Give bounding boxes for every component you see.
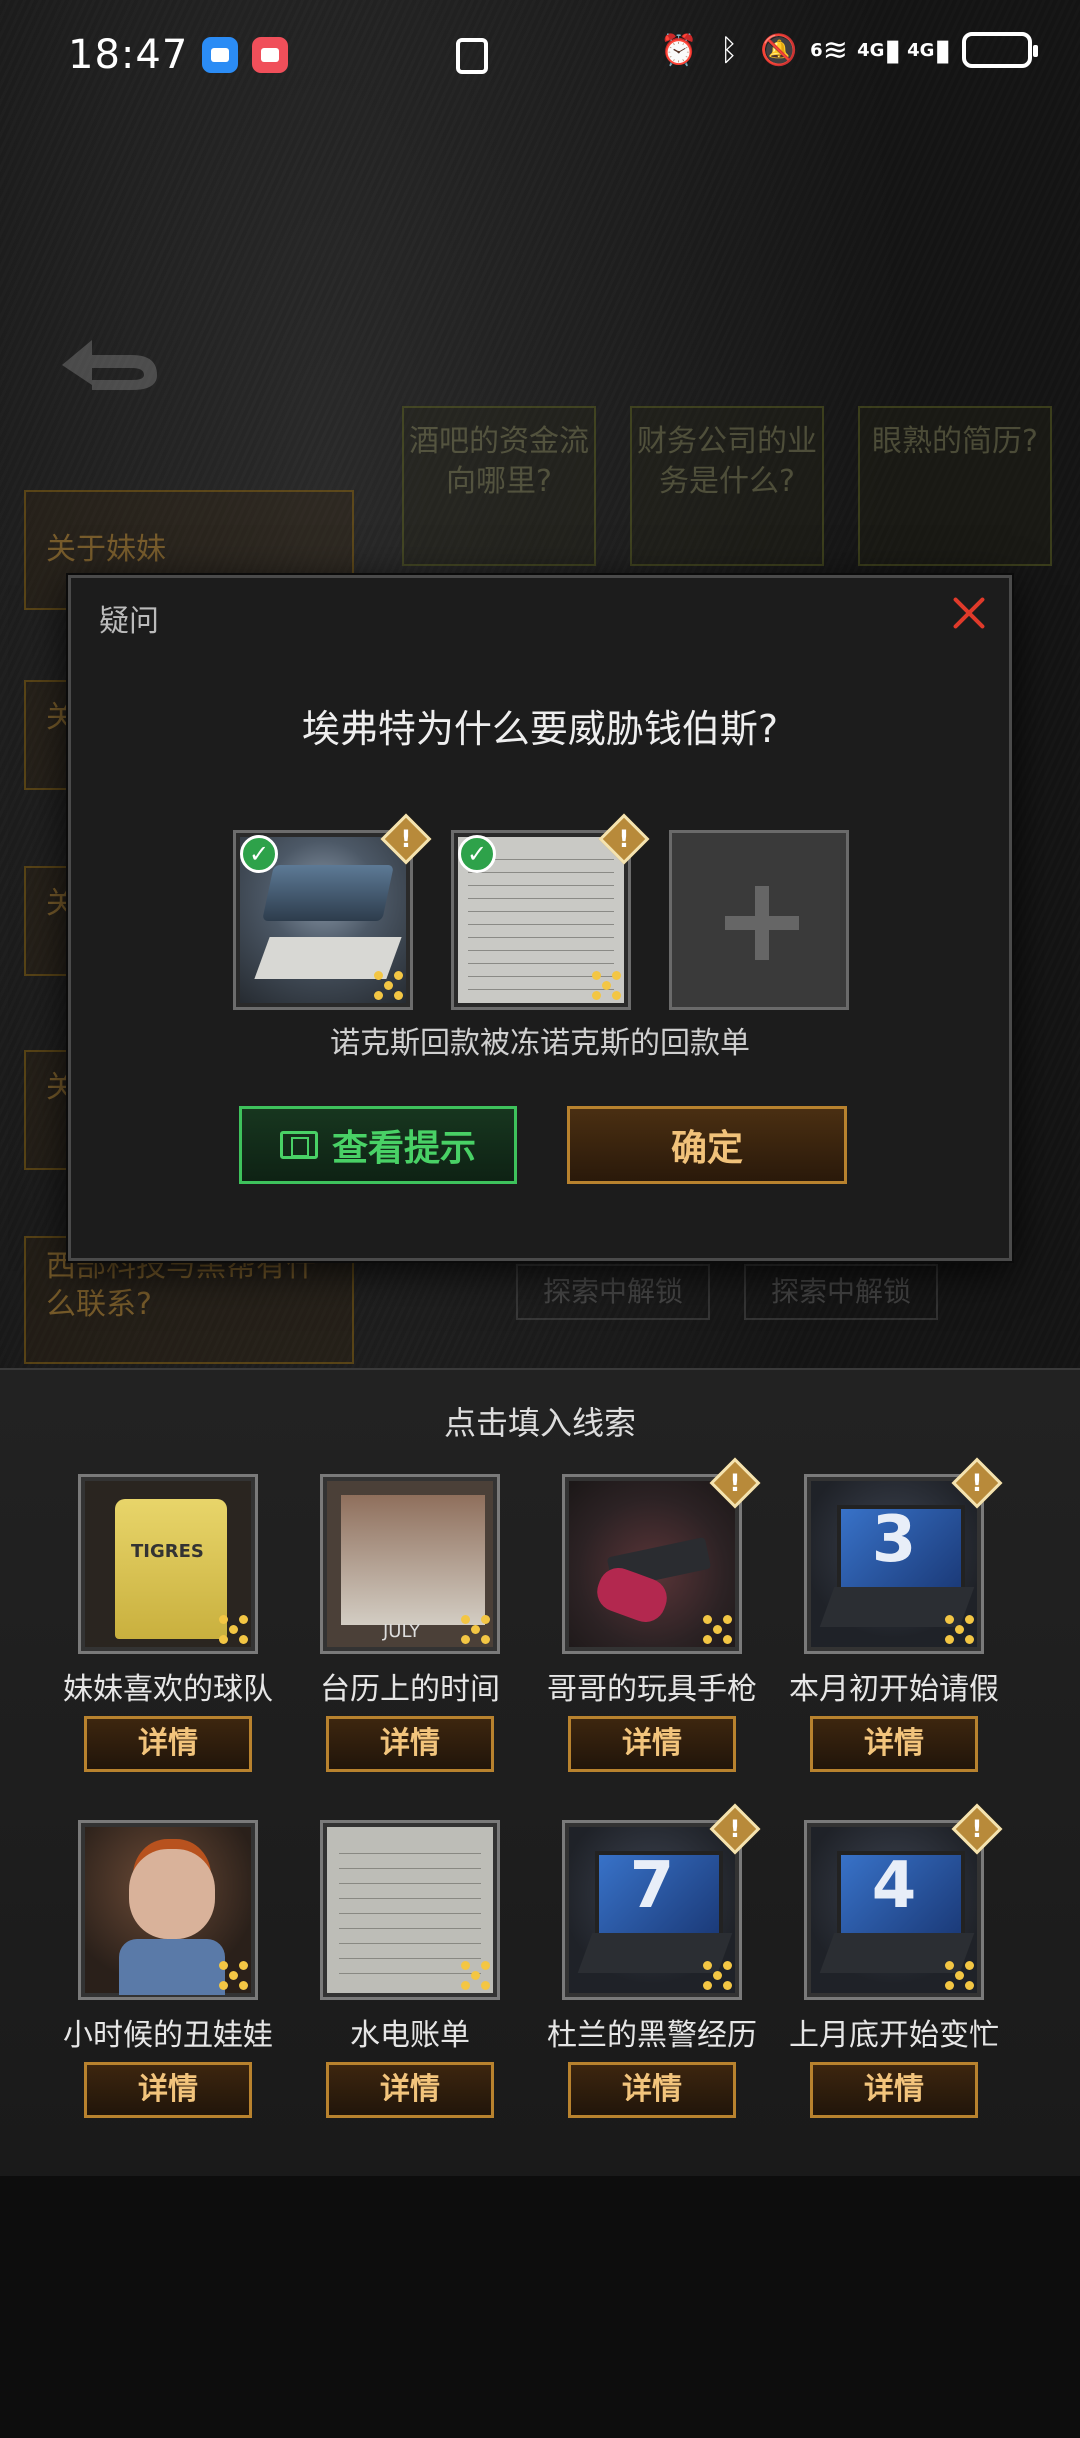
view-hint-button[interactable]: 查看提示	[239, 1106, 517, 1184]
molecule-icon	[461, 1961, 491, 1991]
close-icon[interactable]	[947, 592, 989, 634]
detail-button[interactable]: 详情	[810, 1716, 978, 1772]
question-text: 埃弗特为什么要威胁钱伯斯?	[301, 707, 779, 751]
clue-thumbnail[interactable]: !	[562, 1457, 761, 1654]
clue-item[interactable]: 3 ! 本月初开始请假 详情	[784, 1457, 1004, 1784]
molecule-icon	[945, 1961, 975, 1991]
detail-button[interactable]: 详情	[810, 2062, 978, 2118]
clue-name: 水电账单	[350, 2018, 470, 2053]
confirm-button[interactable]: 确定	[567, 1106, 847, 1184]
molecule-icon	[703, 1615, 733, 1645]
status-bar: 18:47 ⏰ ᛒ 🔕 6 ≋ 4G ▮ 4G ▮	[0, 0, 1080, 110]
molecule-icon	[461, 1615, 491, 1645]
detail-button[interactable]: 详情	[568, 1716, 736, 1772]
molecule-icon	[945, 1615, 975, 1645]
clue-number: 3	[871, 1503, 917, 1577]
clue-item[interactable]: ! 哥哥的玩具手枪 详情	[542, 1457, 762, 1784]
nfc-icon	[456, 38, 488, 74]
molecule-icon	[219, 1615, 249, 1645]
clue-name: 本月初开始请假	[789, 1672, 999, 1707]
bluetooth-icon: ᛒ	[720, 32, 738, 68]
status-time: 18:47	[68, 32, 189, 78]
molecule-icon	[374, 971, 404, 1001]
clue-name: 杜兰的黑警经历	[547, 2018, 757, 2053]
molecule-icon	[219, 1961, 249, 1991]
check-icon: ✓	[240, 835, 278, 873]
signal-label: 4G	[857, 39, 885, 61]
signal-4g-icon: 4G ▮	[907, 32, 951, 68]
check-icon: ✓	[458, 835, 496, 873]
slots-caption: 诺克斯回款被冻诺克斯的回款单	[330, 1026, 750, 1061]
bg-question-card: 财务公司的业务是什么?	[630, 406, 824, 566]
plus-icon-stroke	[755, 886, 769, 960]
detail-button[interactable]: 详情	[84, 1716, 252, 1772]
bg-unlock-button: 探索中解锁	[516, 1264, 710, 1320]
clue-name: 小时候的丑娃娃	[63, 2018, 273, 2053]
clue-name: 台历上的时间	[320, 1672, 500, 1707]
clue-thumbnail[interactable]	[320, 1474, 500, 1654]
video-icon	[279, 1131, 318, 1159]
mute-icon: 🔕	[760, 32, 798, 68]
clue-number: 7	[629, 1849, 675, 1923]
clue-panel-title: 点击填入线索	[443, 1404, 636, 1442]
confirm-label: 确定	[670, 1128, 743, 1169]
bg-question-card: 眼熟的简历?	[858, 406, 1052, 566]
clue-thumbnail[interactable]: 3 !	[804, 1457, 1003, 1654]
molecule-icon	[703, 1961, 733, 1991]
clue-panel: 点击填入线索 妹妹喜欢的球队 详情 台历上的时间 详情 ! 哥哥的玩具手枪 详情…	[0, 1368, 1080, 2176]
clue-item[interactable]: 妹妹喜欢的球队 详情	[58, 1474, 278, 1784]
battery-icon	[962, 32, 1038, 68]
status-icons: ⏰ ᛒ 🔕 6 ≋ 4G ▮ 4G ▮	[660, 32, 1038, 68]
clue-item[interactable]: 台历上的时间 详情	[300, 1474, 520, 1784]
message-app-icon	[202, 37, 239, 73]
clue-thumbnail[interactable]	[320, 1820, 500, 2000]
alarm-icon: ⏰	[660, 32, 698, 68]
bg-question-card: 酒吧的资金流向哪里?	[402, 406, 596, 566]
clue-name: 哥哥的玩具手枪	[547, 1672, 757, 1707]
wifi-icon: 6 ≋	[810, 32, 848, 68]
clue-item[interactable]: 小时候的丑娃娃 详情	[58, 1820, 278, 2130]
view-hint-label: 查看提示	[331, 1128, 476, 1169]
clue-item[interactable]: 4 ! 上月底开始变忙 详情	[784, 1803, 1004, 2130]
molecule-icon	[592, 971, 622, 1001]
clue-number: 4	[871, 1849, 917, 1923]
clue-thumbnail[interactable]	[78, 1820, 258, 2000]
bg-unlock-button: 探索中解锁	[744, 1264, 938, 1320]
clue-thumbnail[interactable]: 7 !	[562, 1803, 761, 2000]
clue-name: 妹妹喜欢的球队	[63, 1672, 273, 1707]
signal-label: 4G	[907, 39, 935, 61]
detail-button[interactable]: 详情	[326, 1716, 494, 1772]
wifi-label: 6	[810, 39, 823, 61]
red-app-icon	[252, 37, 289, 73]
answer-slot-empty[interactable]	[669, 830, 849, 1010]
bottom-area	[0, 2176, 1080, 2438]
modal-title: 疑问	[99, 604, 159, 639]
signal-4g-icon: 4G ▮	[857, 32, 901, 68]
detail-button[interactable]: 详情	[84, 2062, 252, 2118]
answer-slot[interactable]: ✓ !	[451, 813, 650, 1010]
back-arrow-icon[interactable]	[52, 330, 172, 400]
detail-button[interactable]: 详情	[326, 2062, 494, 2118]
question-modal: 疑问 埃弗特为什么要威胁钱伯斯? ✓ ! ✓ ! 诺克斯回款被冻诺克斯的回款单 …	[68, 575, 1012, 1261]
clue-thumbnail[interactable]	[78, 1474, 258, 1654]
clue-thumbnail[interactable]: 4 !	[804, 1803, 1003, 2000]
clue-name: 上月底开始变忙	[789, 2018, 999, 2053]
clue-item[interactable]: 水电账单 详情	[300, 1820, 520, 2130]
answer-slot[interactable]: ✓ !	[233, 813, 432, 1010]
clue-item[interactable]: 7 ! 杜兰的黑警经历 详情	[542, 1803, 762, 2130]
detail-button[interactable]: 详情	[568, 2062, 736, 2118]
